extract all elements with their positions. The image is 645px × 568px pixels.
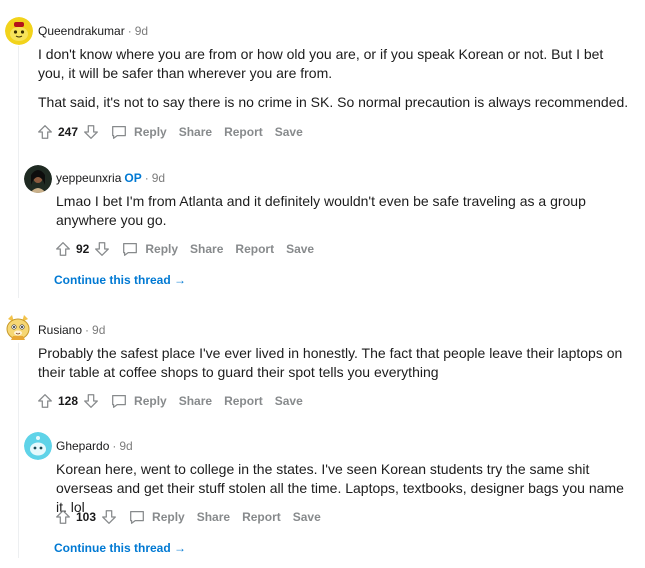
save-label: Save: [274, 394, 303, 408]
report-label: Report: [242, 510, 281, 524]
continue-thread-label: Continue this thread: [54, 541, 171, 555]
comment-author[interactable]: yeppeunxria: [56, 171, 121, 185]
vote-group: 103: [54, 508, 118, 526]
share-label: Share: [178, 125, 213, 139]
share-button[interactable]: Share: [179, 394, 212, 408]
downvote-icon[interactable]: [93, 240, 111, 258]
share-button[interactable]: Share: [179, 125, 212, 139]
vote-score: 92: [76, 242, 90, 256]
arrow-right-icon: →: [174, 541, 187, 555]
comment-actions: 92 Reply Share Report Save: [54, 239, 314, 259]
comment-age[interactable]: 9d: [152, 171, 165, 185]
comment-body: Probably the safest place I've ever live…: [38, 344, 633, 392]
save-button[interactable]: Save: [286, 242, 314, 256]
comment-age[interactable]: 9d: [119, 439, 132, 453]
reply-label: Reply: [152, 510, 185, 524]
report-label: Report: [224, 394, 263, 408]
comment-actions: 128 Reply Share Report Save: [36, 391, 303, 411]
share-button[interactable]: Share: [197, 510, 230, 524]
thread-line[interactable]: [18, 343, 19, 558]
reply-button[interactable]: Reply: [128, 508, 185, 526]
comment-meta: Queendrakumar · 9d: [38, 24, 148, 38]
separator-dot: ·: [112, 439, 117, 453]
comment-bubble-icon: [112, 125, 126, 139]
comment-bubble-icon: [130, 510, 144, 524]
snoo-avatar-icon: [24, 432, 52, 460]
vote-group: 92: [54, 240, 111, 258]
comment-paragraph: I don't know where you are from or how o…: [38, 46, 604, 81]
avatar[interactable]: [3, 313, 33, 343]
vote-score: 247: [58, 125, 79, 139]
comment-body: Lmao I bet I'm from Atlanta and it defin…: [56, 192, 633, 240]
arrow-right-icon: →: [174, 273, 187, 287]
comment-author[interactable]: Rusiano: [38, 323, 82, 337]
continue-thread-label: Continue this thread: [54, 273, 171, 287]
report-button[interactable]: Report: [224, 394, 263, 408]
reply-button[interactable]: Reply: [110, 392, 167, 410]
vote-group: 128: [36, 392, 100, 410]
comment-bubble-icon: [112, 394, 126, 408]
avatar[interactable]: [5, 17, 33, 45]
vote-score: 103: [76, 510, 97, 524]
save-label: Save: [274, 125, 303, 139]
continue-thread-link[interactable]: Continue this thread →: [54, 273, 186, 287]
vote-group: 247: [36, 123, 100, 141]
reply-button[interactable]: Reply: [121, 240, 178, 258]
save-label: Save: [292, 510, 321, 524]
reply-label: Reply: [145, 242, 179, 256]
report-label: Report: [235, 242, 275, 256]
upvote-icon[interactable]: [54, 240, 72, 258]
share-label: Share: [196, 510, 231, 524]
separator-dot: ·: [144, 171, 149, 185]
thread-line[interactable]: [18, 46, 19, 298]
op-badge: OP: [124, 171, 142, 185]
report-label: Report: [224, 125, 263, 139]
downvote-icon[interactable]: [82, 392, 100, 410]
upvote-icon[interactable]: [54, 508, 72, 526]
upvote-icon[interactable]: [36, 392, 54, 410]
reply-label: Reply: [134, 125, 167, 139]
comment-age[interactable]: 9d: [135, 24, 148, 38]
report-button[interactable]: Report: [224, 125, 263, 139]
avatar[interactable]: [24, 432, 52, 460]
comment-meta: Ghepardo · 9d: [56, 439, 133, 453]
comment-meta: Rusiano · 9d: [38, 323, 105, 337]
comment-paragraph: That said, it's not to say there is no c…: [38, 94, 629, 110]
share-label: Share: [190, 242, 224, 256]
comment-paragraph: Lmao I bet I'm from Atlanta and it defin…: [56, 193, 586, 228]
snoo-avatar-icon: [5, 17, 33, 45]
comment-meta: yeppeunxria OP · 9d: [56, 171, 165, 185]
save-label: Save: [286, 242, 315, 256]
downvote-icon[interactable]: [100, 508, 118, 526]
snoo-avatar-icon: [6, 315, 30, 340]
comment-body: I don't know where you are from or how o…: [38, 45, 633, 122]
user-photo-icon: [24, 165, 52, 193]
separator-dot: ·: [127, 24, 132, 38]
comment-author[interactable]: Ghepardo: [56, 439, 109, 453]
comment-author[interactable]: Queendrakumar: [38, 24, 125, 38]
report-button[interactable]: Report: [242, 510, 281, 524]
comment-age[interactable]: 9d: [92, 323, 105, 337]
vote-score: 128: [58, 394, 79, 408]
share-button[interactable]: Share: [190, 242, 223, 256]
reply-label: Reply: [134, 394, 167, 408]
comment-actions: 247 Reply Share Report Save: [36, 122, 303, 142]
save-button[interactable]: Save: [275, 125, 303, 139]
share-label: Share: [178, 394, 213, 408]
save-button[interactable]: Save: [293, 510, 321, 524]
report-button[interactable]: Report: [235, 242, 274, 256]
separator-dot: ·: [85, 323, 90, 337]
comment-actions: 103 Reply Share Report Save: [54, 507, 321, 527]
upvote-icon[interactable]: [36, 123, 54, 141]
downvote-icon[interactable]: [82, 123, 100, 141]
save-button[interactable]: Save: [275, 394, 303, 408]
continue-thread-link[interactable]: Continue this thread →: [54, 541, 186, 555]
comment-bubble-icon: [123, 242, 138, 256]
avatar[interactable]: [24, 165, 52, 193]
reply-button[interactable]: Reply: [110, 123, 167, 141]
comment-paragraph: Probably the safest place I've ever live…: [38, 345, 623, 380]
